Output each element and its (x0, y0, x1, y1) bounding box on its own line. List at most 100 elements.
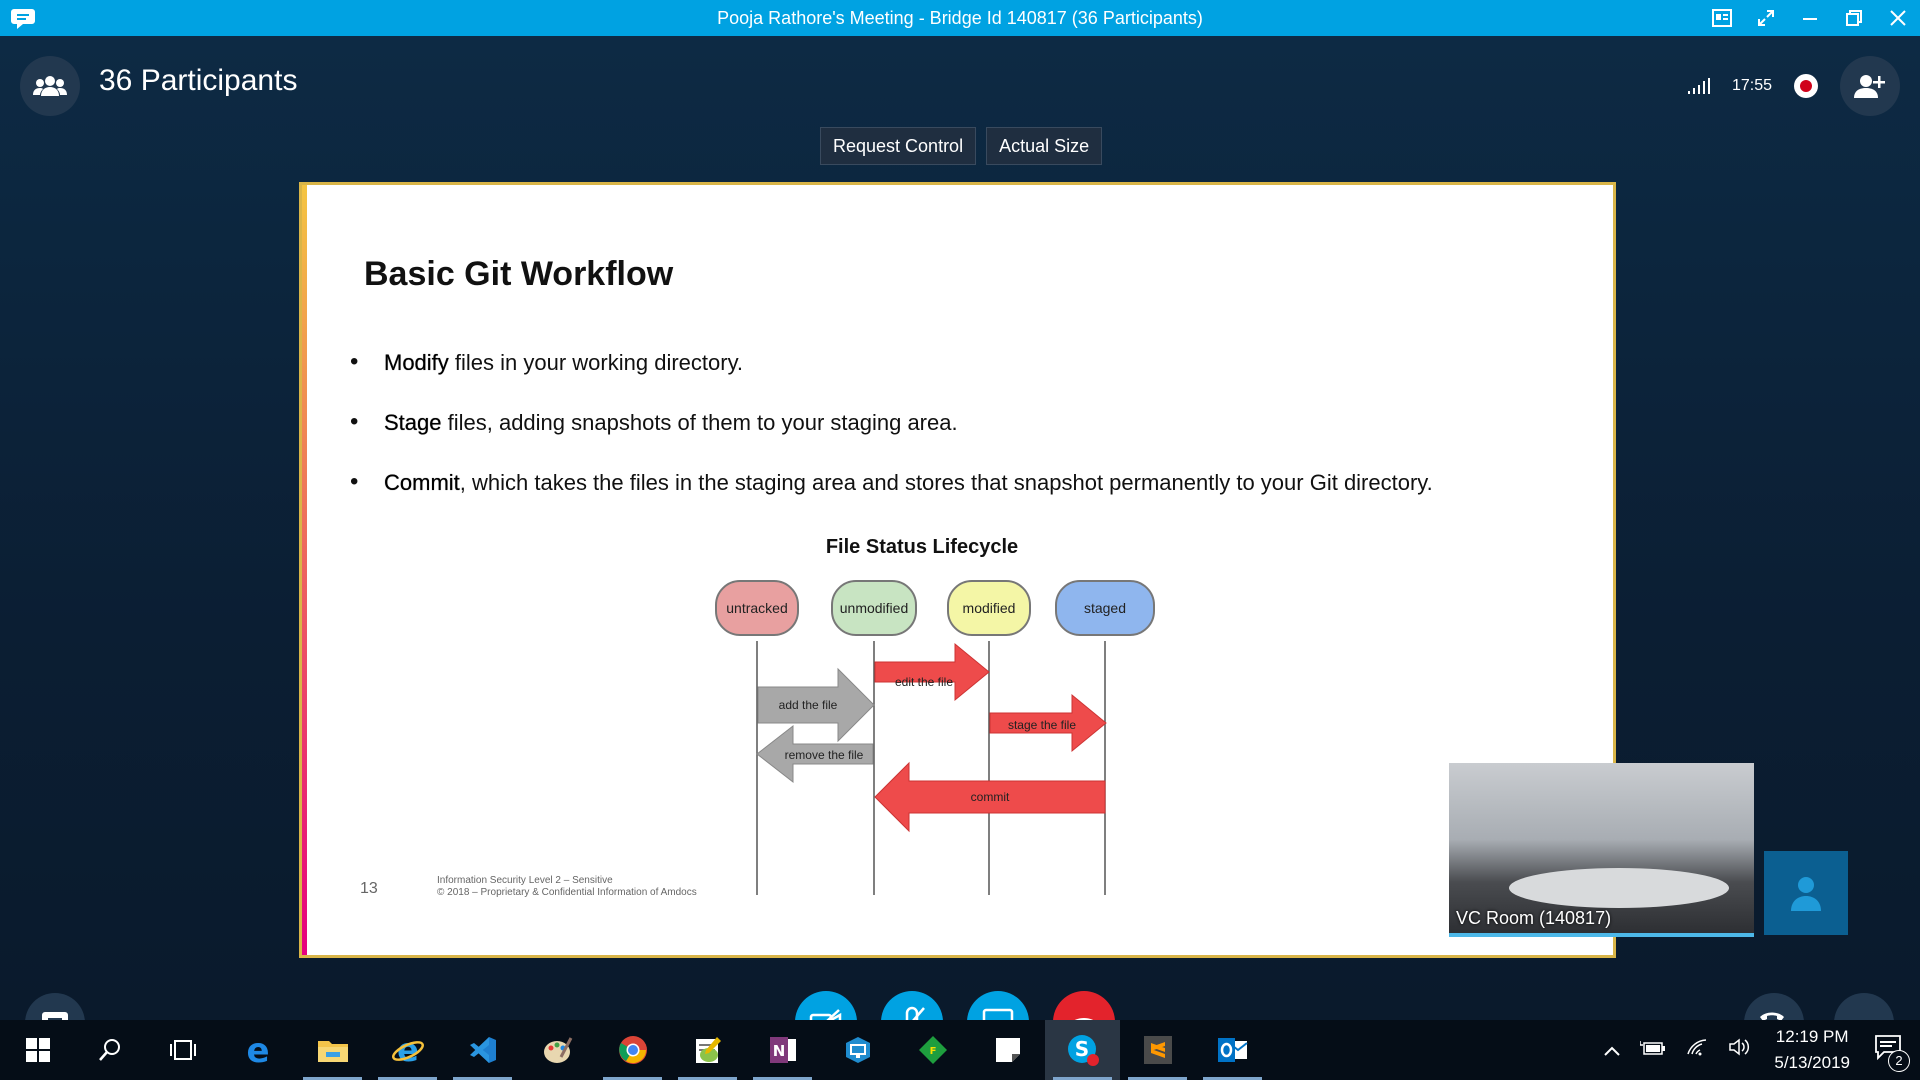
onenote-icon: N (769, 1037, 796, 1063)
taskbar-file-explorer[interactable] (295, 1020, 370, 1080)
shared-screen-slide: Basic Git Workflow Modify files in your … (299, 182, 1616, 958)
edge-icon: e (246, 1035, 269, 1065)
footer-line: Information Security Level 2 – Sensitive (437, 875, 613, 886)
search-icon (98, 1039, 120, 1061)
title-bar: Pooja Rathore's Meeting - Bridge Id 1408… (0, 0, 1920, 36)
slide-bullet-list: Modify files in your working directory. … (350, 348, 1433, 530)
state-label: untracked (726, 600, 787, 616)
call-timer: 17:55 (1731, 77, 1772, 94)
show-hidden-icons-chevron-icon[interactable] (1604, 1039, 1621, 1062)
bullet-item: Modify files in your working directory. (350, 348, 1433, 376)
task-view-icon (169, 1040, 196, 1060)
taskbar-notepad-plus[interactable] (670, 1020, 745, 1080)
taskbar-clock[interactable]: 12:19 PM 5/13/2019 (1774, 1024, 1850, 1076)
request-control-button[interactable]: Request Control (820, 127, 977, 165)
search-button[interactable] (72, 1020, 147, 1080)
bullet-text: , which takes the files in the staging a… (459, 470, 1433, 495)
arrow-label: add the file (779, 698, 838, 712)
taskbar-sublime-text[interactable] (1120, 1020, 1195, 1080)
self-avatar-tile[interactable] (1764, 851, 1848, 935)
taskbar-green-app[interactable]: F (895, 1020, 970, 1080)
chrome-icon (618, 1036, 647, 1064)
svg-text:F: F (929, 1046, 936, 1057)
windows-taskbar: e e N F S 12:19 PM 5/13/2019 2 (0, 1020, 1920, 1080)
fullscreen-icon[interactable] (1744, 0, 1788, 36)
volume-icon[interactable] (1728, 1038, 1750, 1062)
svg-text:S: S (1074, 1037, 1088, 1061)
file-status-lifecycle-diagram: File Status Lifecycle untracked unmodifi… (715, 536, 1155, 895)
meeting-stage: 36 Participants 17:55 Request Control Ac… (0, 36, 1920, 1053)
minimize-button[interactable] (1788, 0, 1832, 36)
green-diamond-icon: F (918, 1036, 947, 1064)
svg-text:N: N (772, 1042, 785, 1060)
actual-size-button[interactable]: Actual Size (986, 127, 1103, 165)
slide-page-number: 13 (360, 880, 378, 897)
signal-strength-icon (1687, 78, 1710, 94)
state-label: staged (1084, 600, 1126, 616)
contact-card-icon[interactable] (1700, 0, 1744, 36)
paint-palette-icon (543, 1037, 572, 1063)
clock-date: 5/13/2019 (1774, 1053, 1850, 1072)
arrow-label: commit (971, 790, 1010, 804)
taskbar-outlook[interactable] (1195, 1020, 1270, 1080)
notification-badge: 2 (1888, 1050, 1910, 1072)
recording-indicator-icon (1794, 74, 1818, 98)
close-button[interactable] (1876, 0, 1920, 36)
sticky-notes-icon (995, 1038, 1020, 1062)
bullet-keyword: Commit (384, 470, 460, 495)
arrow-edit-the-file (874, 642, 990, 702)
slide-title: Basic Git Workflow (364, 255, 674, 293)
vscode-icon (469, 1037, 496, 1063)
notepad-plus-icon (695, 1037, 721, 1063)
footer-line: © 2018 – Proprietary & Confidential Info… (437, 887, 697, 898)
taskbar-sticky-notes[interactable] (970, 1020, 1045, 1080)
video-tile-label: VC Room (140817) (1456, 908, 1612, 928)
task-view-button[interactable] (145, 1020, 220, 1080)
participants-icon (33, 76, 67, 96)
add-participant-button[interactable] (1840, 56, 1900, 116)
state-label: unmodified (840, 600, 909, 616)
taskbar-internet-explorer[interactable]: e (370, 1020, 445, 1080)
state-label: modified (963, 600, 1016, 616)
wifi-icon[interactable] (1686, 1038, 1708, 1062)
taskbar-edge[interactable]: e (220, 1020, 295, 1080)
start-button[interactable] (0, 1020, 75, 1080)
diagram-title: File Status Lifecycle (826, 536, 1018, 558)
slide-footer: Information Security Level 2 – Sensitive… (437, 875, 697, 899)
clock-time: 12:19 PM (1775, 1027, 1849, 1046)
taskbar-remote-desktop[interactable] (820, 1020, 895, 1080)
sublime-text-icon (1143, 1036, 1172, 1064)
battery-icon[interactable] (1639, 1039, 1666, 1062)
arrow-label: remove the file (785, 748, 864, 762)
svg-text:e: e (397, 1034, 419, 1066)
bullet-item: Commit, which takes the files in the sta… (350, 468, 1433, 496)
participants-count-label: 36 Participants (99, 64, 298, 97)
internet-explorer-icon: e (391, 1034, 424, 1066)
bullet-item: Stage files, adding snapshots of them to… (350, 408, 1433, 436)
remote-desktop-icon (845, 1037, 870, 1063)
taskbar-skype[interactable]: S (1045, 1020, 1120, 1080)
taskbar-onenote[interactable]: N (745, 1020, 820, 1080)
bullet-text: files in your working directory. (448, 350, 744, 375)
add-person-icon (1854, 75, 1885, 98)
windows-logo-icon (25, 1038, 50, 1062)
bullet-keyword: Modify (384, 350, 449, 375)
window-title: Pooja Rathore's Meeting - Bridge Id 1408… (717, 8, 1203, 28)
action-center-button[interactable]: 2 (1874, 1034, 1910, 1072)
svg-text:e: e (246, 1035, 269, 1065)
person-icon (1791, 877, 1821, 911)
bullet-text: files, adding snapshots of them to your … (441, 410, 958, 435)
restore-button[interactable] (1832, 0, 1876, 36)
arrow-label: stage the file (1008, 718, 1076, 732)
bullet-keyword: Stage (384, 410, 442, 435)
skype-icon: S (1067, 1035, 1099, 1066)
taskbar-vscode[interactable] (445, 1020, 520, 1080)
conference-table-shape (1509, 868, 1729, 908)
taskbar-chrome[interactable] (595, 1020, 670, 1080)
participants-button[interactable] (20, 56, 80, 116)
video-tile[interactable]: VC Room (140817) (1449, 763, 1754, 937)
folder-icon (317, 1041, 348, 1062)
taskbar-paint[interactable] (520, 1020, 595, 1080)
arrow-label: edit the file (895, 675, 953, 689)
system-tray: 12:19 PM 5/13/2019 2 (1594, 1020, 1920, 1080)
